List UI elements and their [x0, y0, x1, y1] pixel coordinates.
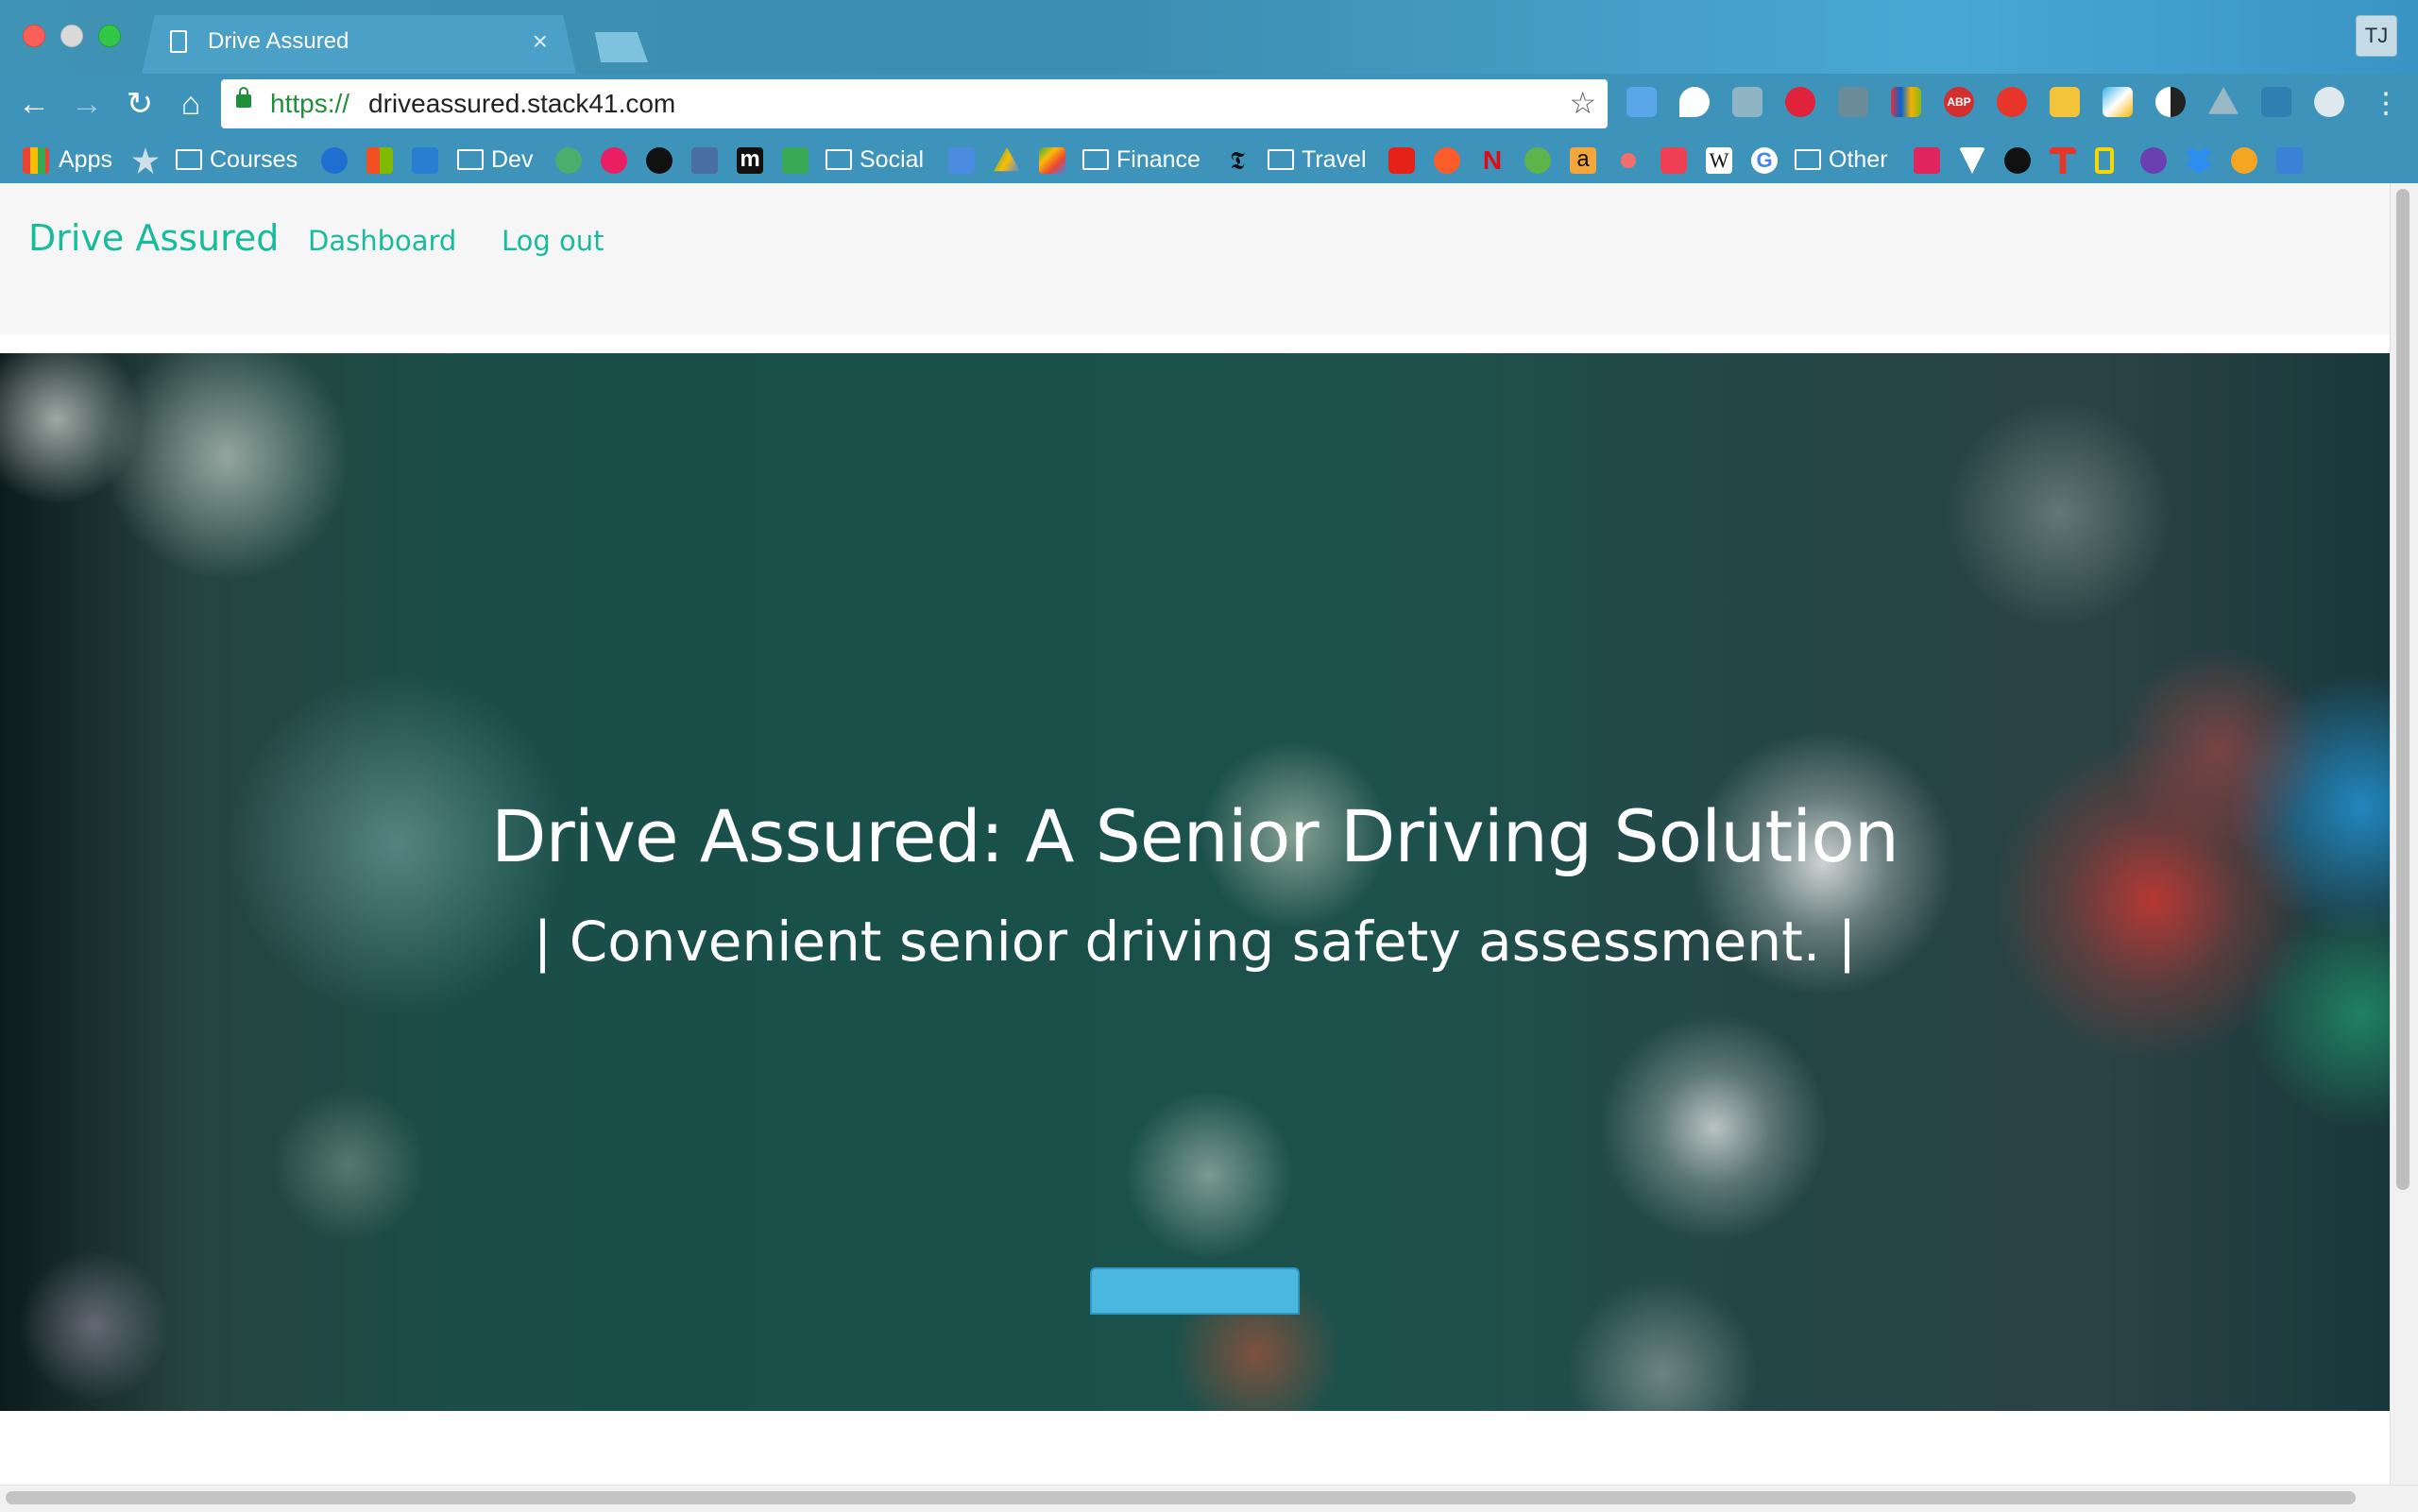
dark-mode-icon[interactable] [2155, 87, 2186, 117]
hero-banner: Drive Assured: A Senior Driving Solution… [0, 353, 2390, 1411]
lock-icon [236, 87, 251, 108]
address-bar[interactable]: https:// driveassured.stack41.com ☆ [221, 79, 1608, 128]
folder-label: Courses [210, 145, 298, 173]
bookmark-folder-dev[interactable]: Dev [457, 145, 533, 174]
t-app-icon[interactable] [2050, 147, 2076, 174]
hero-title: Drive Assured: A Senior Driving Solution [491, 794, 1899, 878]
bookmark-folder-travel[interactable]: Travel [1268, 145, 1367, 174]
profile-button[interactable]: TJ [2356, 15, 2397, 57]
folder-icon [1795, 149, 1821, 170]
asana-icon[interactable] [1615, 147, 1642, 174]
google-drive-icon[interactable] [994, 147, 1020, 172]
url-scheme: https:// [270, 89, 350, 118]
circle-extension-icon[interactable] [2314, 87, 2344, 117]
mail-extension-icon[interactable] [1732, 87, 1762, 117]
black-circle-icon[interactable] [2004, 147, 2031, 174]
github-icon[interactable] [646, 147, 673, 174]
window-close-button[interactable] [23, 25, 45, 47]
folder-label: Finance [1116, 145, 1200, 173]
bookmark-folder-social[interactable]: Social [826, 145, 924, 174]
window-minimize-button[interactable] [60, 25, 83, 47]
folder-label: Dev [491, 145, 534, 173]
ebay-extension-icon[interactable] [1891, 87, 1921, 117]
folder-icon [457, 149, 484, 170]
frog-icon[interactable] [1524, 147, 1551, 174]
wikipedia-icon[interactable]: W [1706, 147, 1732, 174]
star-icon[interactable] [132, 147, 159, 174]
folder-icon [176, 149, 202, 170]
apps-grid-icon [23, 147, 49, 174]
youtube-icon[interactable] [1388, 147, 1415, 174]
orange-app-icon[interactable] [2231, 147, 2257, 174]
netflix-icon[interactable]: N [1479, 147, 1506, 174]
page-icon [170, 30, 187, 53]
site-brand-link[interactable]: Drive Assured [28, 217, 279, 259]
bucket-icon[interactable] [691, 147, 718, 174]
forward-icon[interactable]: → [66, 83, 108, 125]
red-app-icon[interactable] [1914, 147, 1940, 174]
nyt-icon[interactable]: 𝕿 [1224, 147, 1251, 174]
diamond-extension-icon[interactable] [1679, 87, 1710, 117]
inbox-icon[interactable] [948, 147, 975, 174]
bookmark-folder-other[interactable]: Other [1795, 145, 1888, 174]
folder-label: Social [860, 145, 925, 173]
hero-subtitle: | Convenient senior driving safety asses… [533, 909, 1857, 974]
peace-icon[interactable] [2140, 147, 2167, 174]
bookmark-star-icon[interactable]: ☆ [1569, 85, 1596, 121]
folder-icon [1082, 149, 1109, 170]
m-extension-icon[interactable] [2261, 87, 2291, 117]
tab-close-icon[interactable]: × [533, 26, 548, 57]
folder-label: Other [1829, 145, 1888, 173]
play-app-icon[interactable] [601, 147, 627, 174]
get-started-button[interactable] [1090, 1267, 1300, 1315]
home-icon[interactable]: ⌂ [170, 83, 212, 125]
horizontal-scroll-thumb[interactable] [6, 1491, 2356, 1504]
google-maps-icon[interactable] [1039, 147, 1065, 174]
trello-icon[interactable] [782, 147, 809, 174]
browser-menu-icon[interactable]: ⋮ [2365, 83, 2407, 125]
amazon-icon[interactable]: a [1570, 147, 1596, 174]
tab-title: Drive Assured [208, 28, 349, 54]
back-icon[interactable]: ← [13, 83, 55, 125]
dropbox-icon[interactable] [2186, 147, 2212, 174]
keep-extension-icon[interactable] [2050, 87, 2080, 117]
pinwheel-extension-icon[interactable] [2103, 87, 2133, 117]
bookmarks-bar: Apps Courses Dev m Social Finance 𝕿 Trav… [0, 136, 2418, 183]
blue-app-icon[interactable] [2276, 147, 2303, 174]
new-tab-button[interactable] [594, 32, 648, 62]
onedrive-icon[interactable] [321, 147, 348, 174]
adblock-plus-icon[interactable]: ABP [1944, 87, 1974, 117]
bookmark-folder-courses[interactable]: Courses [176, 145, 298, 174]
vertical-scroll-thumb[interactable] [2396, 189, 2409, 1190]
medium-icon[interactable]: m [737, 147, 763, 174]
window-maximize-button[interactable] [98, 25, 121, 47]
pinterest-extension-icon[interactable] [1785, 87, 1815, 117]
nav-dashboard-link[interactable]: Dashboard [308, 225, 456, 257]
adblock-hand-icon[interactable] [1997, 87, 2027, 117]
natgeo-icon[interactable] [2095, 147, 2114, 174]
google-icon[interactable]: G [1751, 147, 1778, 174]
folder-label: Travel [1302, 145, 1367, 173]
folder-icon [1268, 149, 1294, 170]
browser-tab[interactable]: Drive Assured × [142, 15, 576, 74]
music-icon[interactable] [1434, 147, 1460, 174]
bookmark-folder-finance[interactable]: Finance [1082, 145, 1200, 174]
reload-icon[interactable]: ↻ [119, 83, 161, 125]
url-host: driveassured.stack41.com [368, 89, 676, 118]
v-app-icon[interactable] [1959, 147, 1985, 174]
browser-tab-strip: Drive Assured × TJ [0, 0, 2418, 74]
evernote-extension-icon[interactable] [1838, 87, 1868, 117]
nav-logout-link[interactable]: Log out [502, 225, 604, 257]
pocket-icon[interactable] [1660, 147, 1687, 174]
inbox-extension-icon[interactable] [1626, 87, 1657, 117]
microsoft-icon[interactable] [366, 147, 393, 174]
bookmark-apps[interactable]: Apps [59, 145, 112, 174]
outlook-mail-icon[interactable] [412, 147, 438, 174]
green-app-icon[interactable] [555, 147, 582, 174]
site-navbar: Drive Assured Dashboard Log out [0, 183, 2390, 334]
folder-icon [826, 149, 852, 170]
